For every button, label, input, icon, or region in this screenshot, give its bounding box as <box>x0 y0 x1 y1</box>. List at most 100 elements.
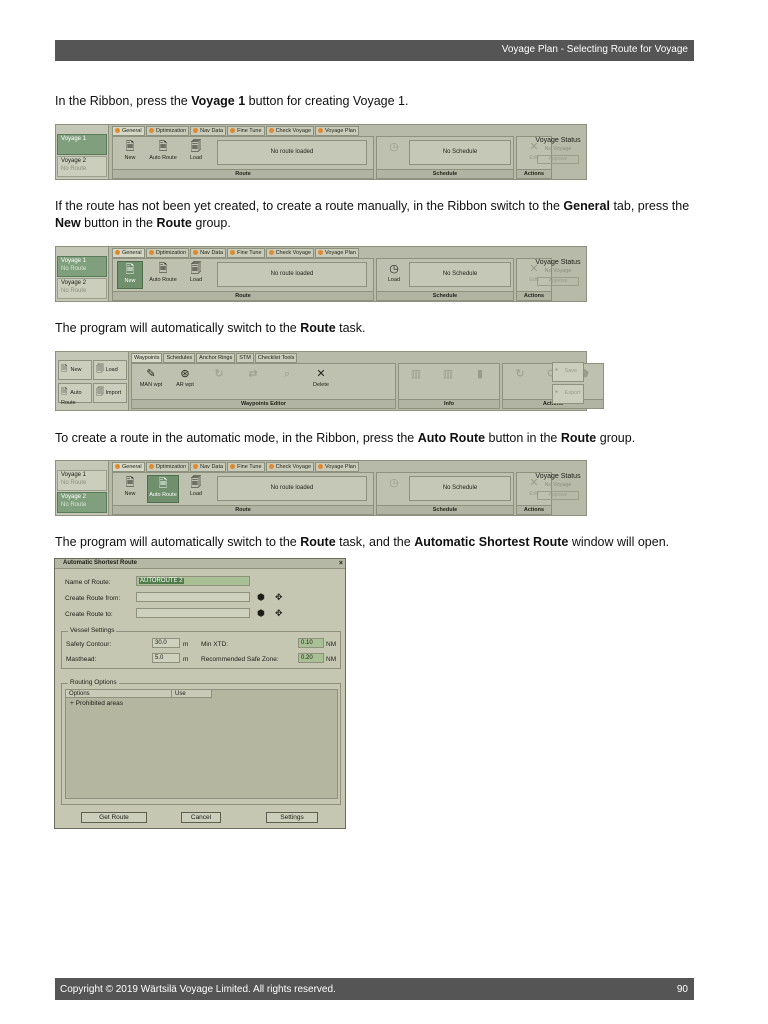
voyage-status: Voyage Status No Voyage Approve <box>535 137 581 164</box>
voyage-2-button[interactable]: Voyage 2 No Route <box>57 278 107 299</box>
voyage-1-button[interactable]: Voyage 1 No Route <box>57 470 107 491</box>
schedule-status-box: No Schedule <box>409 476 511 501</box>
options-column-header[interactable]: Options <box>66 690 172 698</box>
schedule-load-button[interactable]: ◷ <box>381 475 407 503</box>
info-group: ▥ ▥ ▮ Info <box>398 363 500 409</box>
settings-button[interactable]: Settings <box>266 812 318 823</box>
save-button[interactable]: ▪ Save <box>552 362 584 382</box>
ar-waypoint-button[interactable]: ⊛ AR wpt <box>172 366 198 394</box>
new-button[interactable]: 🗎 New <box>117 139 143 167</box>
voyage-1-button[interactable]: Voyage 1 <box>57 134 107 155</box>
schedule-load-button[interactable]: ◷ <box>381 139 407 167</box>
tab-general[interactable]: General <box>112 126 145 136</box>
delete-button[interactable]: ✕ Delete <box>308 366 334 394</box>
tab-waypoints[interactable]: Waypoints <box>131 353 163 363</box>
new-button[interactable]: 🗎 New <box>117 475 143 503</box>
vessel-settings-legend: Vessel Settings <box>68 627 117 634</box>
ribbon-screenshot-1: Voyage 1 Voyage 2 No Route General Optimiz… <box>55 124 587 180</box>
load-button[interactable]: 🗐 Load <box>183 139 209 167</box>
recommended-safe-zone-field[interactable]: 0.20 <box>298 653 324 663</box>
ar-waypoint-icon: ⊛ <box>180 368 190 380</box>
auto-route-button[interactable]: 🗎 Auto Route <box>147 139 179 167</box>
masthead-field[interactable]: 5.0 <box>152 653 180 663</box>
use-column-header[interactable]: Use <box>172 690 212 698</box>
tab-general[interactable]: General <box>112 462 145 472</box>
tab-anchor-rings[interactable]: Anchor Rings <box>196 353 236 363</box>
auto-route-button[interactable]: 🗎 Auto Route <box>147 261 179 289</box>
waypoint-select-icon[interactable]: ⬢ <box>257 608 265 619</box>
voyage-1-button[interactable]: Voyage 1 No Route <box>57 256 107 277</box>
create-route-from-field[interactable] <box>136 592 250 602</box>
auto-route-button[interactable]: 🗎 Auto Route <box>58 383 92 406</box>
route-group-label: Route <box>113 505 373 514</box>
schedule-load-button[interactable]: ◷ Load <box>381 261 407 289</box>
ribbon-tabs: General Optimization Nav Data Fine Tune Chec… <box>112 248 360 258</box>
new-route-icon: 🗎 <box>125 264 135 276</box>
tab-optimization[interactable]: Optimization <box>145 126 190 136</box>
voyage-status: Voyage Status No Voyage Approve <box>535 259 581 286</box>
delete-icon: ✕ <box>316 368 326 380</box>
load-button[interactable]: 🗐 Load <box>183 475 209 503</box>
tab-check-voyage[interactable]: Check Voyage <box>265 248 315 258</box>
min-xtd-field[interactable]: 0.10 <box>298 638 324 648</box>
tab-voyage-plan[interactable]: Voyage Plan <box>315 462 359 472</box>
approve-button[interactable]: Approve <box>537 155 579 164</box>
voyage-2-button[interactable]: Voyage 2 No Route <box>57 492 107 513</box>
tab-nav-data[interactable]: Nav Data <box>190 126 227 136</box>
tab-nav-data[interactable]: Nav Data <box>190 462 227 472</box>
new-button[interactable]: 🗎 New <box>58 360 92 380</box>
prohibited-areas-label: Prohibited areas <box>75 700 123 707</box>
export-button[interactable]: ▪ Export <box>552 384 584 404</box>
waypoint-select-icon[interactable]: ⬢ <box>257 592 265 603</box>
get-route-button[interactable]: Get Route <box>81 812 147 823</box>
voyage-2-button[interactable]: Voyage 2 No Route <box>57 156 107 177</box>
route-group: 🗎 New 🗎 Auto Route 🗐 Load No route loaded R… <box>112 472 374 515</box>
tab-check-voyage[interactable]: Check Voyage <box>265 126 315 136</box>
tab-nav-data[interactable]: Nav Data <box>190 248 227 258</box>
tab-fine-tune[interactable]: Fine Tune <box>227 126 265 136</box>
voyage-list: Voyage 1 Voyage 2 No Route <box>56 125 109 179</box>
routing-options-legend: Routing Options <box>68 679 119 686</box>
new-button[interactable]: 🗎 New <box>117 261 143 289</box>
expand-icon[interactable]: + <box>70 700 74 707</box>
tab-schedules[interactable]: Schedules <box>163 353 196 363</box>
manual-waypoint-button[interactable]: ✎ MAN wpt <box>138 366 164 394</box>
tab-checklist-tools[interactable]: Checklist Tools <box>254 353 298 363</box>
approve-button[interactable]: Approve <box>537 491 579 500</box>
schedule-group-label: Schedule <box>377 169 513 178</box>
load-button[interactable]: 🗐 Load <box>183 261 209 289</box>
table-row[interactable]: + Prohibited areas <box>70 700 123 707</box>
tab-fine-tune[interactable]: Fine Tune <box>227 248 265 258</box>
approve-button[interactable]: Approve <box>537 277 579 286</box>
info-button-3[interactable]: ▮ <box>467 366 493 394</box>
page-footer-bar: Copyright © 2019 Wärtsilä Voyage Limited… <box>55 978 694 1000</box>
cancel-button[interactable]: Cancel <box>181 812 221 823</box>
tab-optimization[interactable]: Optimization <box>145 462 190 472</box>
tab-check-voyage[interactable]: Check Voyage <box>265 462 315 472</box>
dialog-title: Automatic Shortest Route <box>63 560 138 566</box>
page-header-title: Voyage Plan - Selecting Route for Voyage <box>501 44 688 55</box>
close-icon[interactable]: × <box>339 559 343 568</box>
tab-voyage-plan[interactable]: Voyage Plan <box>315 126 359 136</box>
waypoint-tool-3-button[interactable]: ⌕ <box>274 366 300 394</box>
name-of-route-field[interactable]: AUTOROUTE 2 <box>136 576 250 586</box>
create-route-to-field[interactable] <box>136 608 250 618</box>
waypoint-tool-2-button[interactable]: ⇄ <box>240 366 266 394</box>
tab-general[interactable]: General <box>112 248 145 258</box>
safety-contour-field[interactable]: 30.0 <box>152 638 180 648</box>
instruction-paragraph-2: If the route has not been yet created, t… <box>55 199 690 230</box>
action-button-1[interactable]: ↻ <box>507 366 533 394</box>
tab-fine-tune[interactable]: Fine Tune <box>227 462 265 472</box>
import-button[interactable]: 🗐 Import <box>93 383 127 403</box>
crosshair-icon[interactable]: ✥ <box>275 608 283 619</box>
load-route-icon: 🗐 <box>190 263 202 275</box>
auto-route-button[interactable]: 🗎 Auto Route <box>147 475 179 503</box>
info-button-2[interactable]: ▥ <box>435 366 461 394</box>
crosshair-icon[interactable]: ✥ <box>275 592 283 603</box>
load-button[interactable]: 🗐 Load <box>93 360 127 380</box>
tab-stm[interactable]: STM <box>236 353 254 363</box>
tab-optimization[interactable]: Optimization <box>145 248 190 258</box>
info-button-1[interactable]: ▥ <box>403 366 429 394</box>
waypoint-tool-1-button[interactable]: ↻ <box>206 366 232 394</box>
tab-voyage-plan[interactable]: Voyage Plan <box>315 248 359 258</box>
